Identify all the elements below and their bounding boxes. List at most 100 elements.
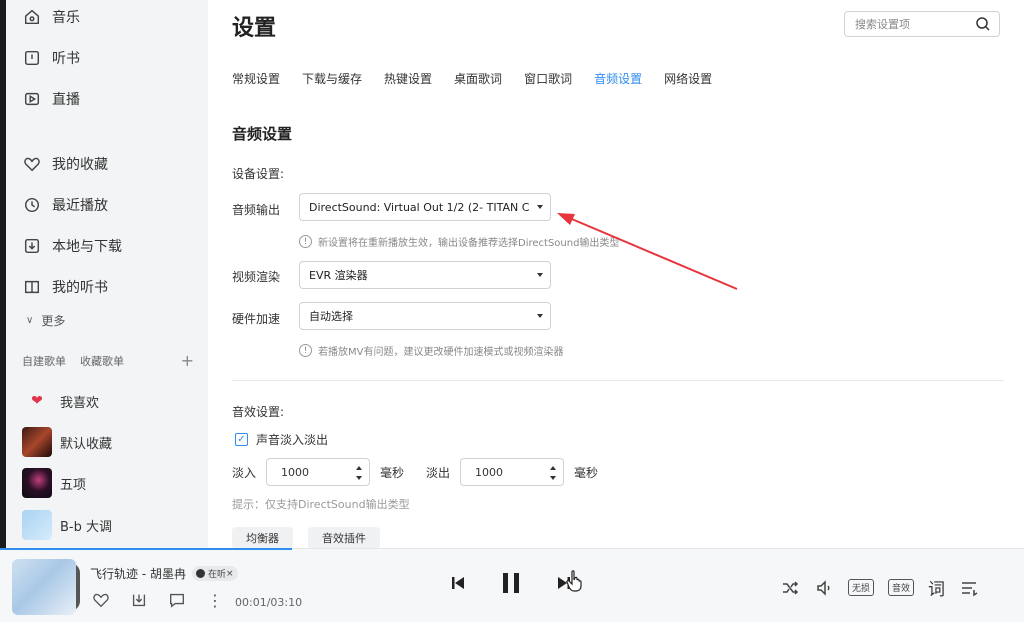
video-render-select[interactable]: EVR 渲染器 <box>299 261 551 289</box>
page-title: 设置 <box>232 16 277 41</box>
settings-tabs: 常规设置 下载与缓存 热键设置 桌面歌词 窗口歌词 音频设置 网络设置 <box>232 70 734 88</box>
tab-general[interactable]: 常规设置 <box>232 70 280 88</box>
now-playing[interactable]: 飞行轨迹 - 胡墨冉 在听 × <box>90 565 238 582</box>
shuffle-icon[interactable] <box>780 578 800 598</box>
sidebar-item-music[interactable]: 音乐 <box>22 5 80 29</box>
download-icon <box>22 236 42 256</box>
pause-button[interactable] <box>498 570 524 596</box>
clock-icon <box>22 195 42 215</box>
sidebar-item-recent[interactable]: 最近播放 <box>22 193 108 217</box>
home-icon <box>22 7 42 27</box>
previous-icon <box>452 577 464 589</box>
audio-output-select[interactable]: DirectSound: Virtual Out 1/2 (2- TITAN C <box>299 193 551 221</box>
divider <box>232 380 1004 381</box>
fade-checkbox-row[interactable]: ✓ 声音淡入淡出 <box>235 431 328 448</box>
tab-network[interactable]: 网络设置 <box>664 70 712 88</box>
like-heart-icon[interactable] <box>90 589 112 611</box>
video-render-value: EVR 渲染器 <box>309 269 368 282</box>
fade-out-value: 1000 <box>475 465 504 479</box>
fade-controls: 淡入 1000 毫秒 淡出 1000 毫秒 <box>232 458 598 486</box>
sidebar-item-favorites[interactable]: 我的收藏 <box>22 152 108 176</box>
album-cover[interactable] <box>12 559 76 615</box>
tag-label: 在听 <box>207 570 226 580</box>
playlist-item[interactable]: B-b 大调 <box>22 510 112 540</box>
sidebar-item-label: 音乐 <box>52 10 80 26</box>
sidebar-item-live[interactable]: 直播 <box>22 87 80 111</box>
playlist-item[interactable]: 默认收藏 <box>22 427 112 457</box>
sidebar-item-label: 最近播放 <box>52 198 108 214</box>
fade-checkbox-label: 声音淡入淡出 <box>256 433 329 447</box>
sidebar-item-audiobook[interactable]: 听书 <box>22 46 80 70</box>
search-input[interactable]: 搜索设置项 <box>844 11 1000 37</box>
stepper-arrows-icon[interactable] <box>549 466 557 480</box>
playlist-label: 默认收藏 <box>60 436 113 452</box>
sidebar-item-label: 我的收藏 <box>52 157 108 173</box>
book-icon <box>22 48 42 68</box>
lyrics-button[interactable]: 词 <box>928 575 945 600</box>
sidebar-item-label: 本地与下载 <box>52 239 122 255</box>
search-placeholder: 搜索设置项 <box>855 18 910 31</box>
sound-effect-badge[interactable]: 音效 <box>888 579 915 596</box>
mouse-cursor <box>566 569 584 593</box>
hw-accel-select[interactable]: 自动选择 <box>299 302 551 330</box>
playlist-queue-icon[interactable] <box>959 578 979 598</box>
fade-in-unit: 毫秒 <box>380 465 405 480</box>
previous-button[interactable] <box>448 573 468 593</box>
listening-tag[interactable]: 在听 × <box>191 566 238 581</box>
hint-text: 若播放MV有问题，建议更改硬件加速模式或视频渲染器 <box>318 347 564 358</box>
quality-badge[interactable]: 无损 <box>848 579 875 596</box>
hw-accel-label: 硬件加速 <box>232 312 281 326</box>
playlist-cover <box>22 427 52 457</box>
tab-audio[interactable]: 音频设置 <box>594 70 642 88</box>
playlist-item[interactable]: 五项 <box>22 468 86 498</box>
stepper-arrows-icon[interactable] <box>355 466 363 480</box>
playlist-item[interactable]: ❤ 我喜欢 <box>22 386 99 416</box>
equalizer-button[interactable]: 均衡器 <box>232 527 293 549</box>
playlist-label: 五项 <box>60 477 87 493</box>
info-icon: ! <box>299 344 312 357</box>
fade-out-stepper[interactable]: 1000 <box>460 458 565 486</box>
playback-time: 00:01/03:10 <box>235 596 303 609</box>
fade-checkbox[interactable]: ✓ <box>235 433 248 446</box>
volume-icon[interactable] <box>814 578 834 598</box>
playlist-cover <box>22 468 52 498</box>
add-playlist-icon[interactable]: + <box>181 351 194 370</box>
fade-out-unit: 毫秒 <box>574 465 599 480</box>
playlist-label: B-b 大调 <box>60 519 112 535</box>
avatar <box>195 569 205 578</box>
hw-accel-value: 自动选择 <box>309 310 353 323</box>
hw-accel-hint: ! 若播放MV有问题，建议更改硬件加速模式或视频渲染器 <box>299 343 563 358</box>
download-song-icon[interactable] <box>128 589 150 611</box>
section-title: 音频设置 <box>232 125 293 143</box>
tab-created-playlists[interactable]: 自建歌单 <box>22 353 66 369</box>
audio-output-value: DirectSound: Virtual Out 1/2 (2- TITAN C <box>309 200 530 214</box>
player-bar: 飞行轨迹 - 胡墨冉 在听 × ⋮ 00:01/03:10 无损 音效 词 <box>0 548 1024 622</box>
sidebar-item-label: 直播 <box>52 92 80 108</box>
fade-in-stepper[interactable]: 1000 <box>266 458 371 486</box>
sidebar-item-label: 我的听书 <box>52 280 108 296</box>
sidebar-item-my-audiobooks[interactable]: 我的听书 <box>22 275 108 299</box>
pause-icon <box>503 573 519 593</box>
sidebar-item-label: 听书 <box>52 51 80 67</box>
more-options-icon[interactable]: ⋮ <box>204 589 226 611</box>
tab-window-lyrics[interactable]: 窗口歌词 <box>524 70 572 88</box>
fade-in-value: 1000 <box>281 465 310 479</box>
playback-progress[interactable] <box>0 548 292 550</box>
caret-down-icon <box>537 205 543 209</box>
tab-download-cache[interactable]: 下载与缓存 <box>302 70 362 88</box>
playlist-tabs: 自建歌单 收藏歌单 + <box>22 351 194 370</box>
comment-icon[interactable] <box>166 589 188 611</box>
more-label: 更多 <box>41 314 66 328</box>
caret-down-icon <box>537 314 543 318</box>
device-settings-label: 设备设置: <box>232 167 285 181</box>
sidebar-item-local-download[interactable]: 本地与下载 <box>22 234 122 258</box>
audiobook-icon <box>22 277 42 297</box>
audio-output-label: 音频输出 <box>232 203 281 217</box>
search-icon[interactable] <box>975 16 991 32</box>
more-toggle[interactable]: ∨ 更多 <box>26 312 65 329</box>
tab-collected-playlists[interactable]: 收藏歌单 <box>80 353 124 369</box>
effects-plugin-button[interactable]: 音效插件 <box>308 527 380 549</box>
live-icon <box>22 89 42 109</box>
tab-hotkeys[interactable]: 热键设置 <box>384 70 432 88</box>
tab-desktop-lyrics[interactable]: 桌面歌词 <box>454 70 502 88</box>
